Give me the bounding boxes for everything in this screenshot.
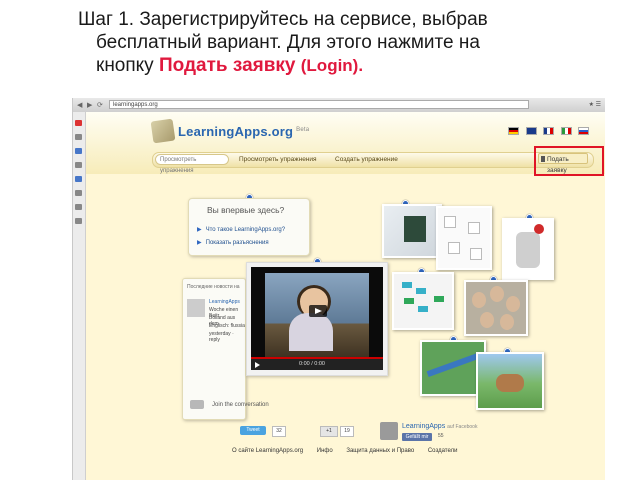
flag-it-icon[interactable]: [560, 127, 572, 135]
play-icon[interactable]: [309, 305, 327, 317]
app-thumbnail[interactable]: [464, 280, 528, 336]
flag-en-icon[interactable]: [525, 127, 537, 135]
gplus-button[interactable]: +1: [320, 426, 338, 437]
gplus-count: 19: [340, 426, 354, 437]
footer-link-creators[interactable]: Создатели: [428, 448, 458, 454]
sidebar-icon[interactable]: [75, 218, 82, 224]
video-character-body: [289, 313, 333, 351]
fb-sub: auf Facebook: [447, 424, 478, 430]
video-controls: 0:00 / 0:00: [251, 359, 383, 370]
app-thumbnail[interactable]: [476, 352, 544, 410]
address-bar[interactable]: learningapps.org: [109, 100, 529, 109]
facebook-logo-icon: [380, 422, 398, 440]
browser-sidebar: [73, 112, 86, 480]
facebook-like-button[interactable]: Gefällt mir: [402, 433, 432, 441]
app-thumbnail[interactable]: [436, 206, 492, 270]
flag-ru-icon[interactable]: [578, 127, 589, 135]
footer-link-privacy[interactable]: Защита данных и Право: [346, 448, 414, 454]
video-time: 0:00 / 0:00: [299, 361, 325, 367]
logo-icon: [150, 118, 176, 144]
heading-line-2: бесплатный вариант. Для этого нажмите на: [96, 32, 480, 53]
sidebar-icon[interactable]: [75, 134, 82, 140]
learningapps-page: LearningApps.org Beta Просмотреть упражне…: [86, 112, 605, 480]
screenshot: ◀ ▶ ⟳ learningapps.org ★ ☰ LearningApps.…: [72, 98, 605, 480]
instruction-heading: Шаг 1. Зарегистрируйтесь на сервисе, выб…: [78, 8, 638, 77]
video-player[interactable]: 0:00 / 0:00: [246, 262, 388, 376]
app-thumbnail[interactable]: [502, 218, 554, 280]
site-nav: Просмотреть упражнения Просмотреть упраж…: [152, 152, 594, 174]
reload-icon[interactable]: ⟳: [97, 101, 103, 109]
tweet-button[interactable]: Tweet: [240, 426, 266, 435]
flag-de-icon[interactable]: [508, 127, 520, 135]
tweet-count: 32: [272, 426, 286, 437]
news-line[interactable]: LearningApps: [209, 299, 240, 305]
logo-text: LearningApps.org: [178, 124, 294, 139]
heading-button-en: (Login).: [300, 56, 364, 75]
site-header: LearningApps.org Beta Просмотреть упражне…: [86, 112, 605, 176]
login-highlight-box: [534, 146, 604, 176]
app-thumbnail[interactable]: [382, 204, 442, 258]
search-input[interactable]: Просмотреть упражнения: [155, 154, 229, 174]
news-card: Последние новости на LearningApps Woche …: [182, 278, 246, 420]
comment-icon: [190, 400, 204, 409]
sidebar-icon[interactable]: [75, 190, 82, 196]
browser-toolbar: ◀ ▶ ⟳ learningapps.org ★ ☰: [73, 98, 605, 113]
flag-fr-icon[interactable]: [543, 127, 555, 135]
join-conversation-link[interactable]: Join the conversation: [212, 402, 269, 408]
language-flags: [506, 122, 589, 140]
heading-line-1: Шаг 1. Зарегистрируйтесь на сервисе, выб…: [78, 9, 488, 30]
site-footer: О сайте LearningApps.org Инфо Защита дан…: [232, 448, 469, 454]
back-icon[interactable]: ◀: [77, 101, 82, 109]
news-avatar: [187, 299, 205, 317]
sidebar-icon[interactable]: [75, 204, 82, 210]
beta-badge: Beta: [296, 126, 310, 133]
play-button-icon[interactable]: [255, 362, 260, 368]
footer-link-about[interactable]: О сайте LearningApps.org: [232, 448, 303, 454]
facebook-like-count: 55: [438, 433, 444, 439]
show-explanations-link[interactable]: Показать разъяснения: [197, 239, 269, 246]
sidebar-icon[interactable]: [75, 162, 82, 168]
cow-icon: [496, 374, 524, 392]
tab-browse[interactable]: Просмотреть упражнения: [239, 153, 317, 167]
map-river: [426, 352, 480, 378]
news-title: Последние новости на: [187, 284, 240, 290]
fb-name: LearningApps: [402, 423, 446, 430]
robot-icon: [516, 232, 540, 268]
video-screen[interactable]: [251, 267, 383, 357]
chalkboard-icon: [404, 216, 426, 242]
site-logo[interactable]: LearningApps.org Beta: [178, 124, 309, 139]
tab-create[interactable]: Создать упражнение: [335, 153, 398, 167]
flower-icon: [534, 224, 544, 234]
forward-icon[interactable]: ▶: [87, 101, 92, 109]
bookmark-star-icon[interactable]: ★ ☰: [589, 101, 601, 108]
news-line: Englisch: flussia: [209, 323, 245, 329]
first-time-card: Вы впервые здесь? Что такое LearningApps…: [188, 198, 310, 256]
facebook-page-link[interactable]: LearningApps auf Facebook: [402, 423, 477, 430]
app-thumbnail[interactable]: [392, 272, 454, 330]
heading-line-3: кнопку Подать заявку (Login).: [78, 54, 638, 77]
what-is-link[interactable]: Что такое LearningApps.org?: [197, 226, 285, 233]
sidebar-icon[interactable]: [75, 120, 82, 126]
sidebar-icon[interactable]: [75, 148, 82, 154]
news-line: yesterday · reply: [209, 331, 234, 343]
heading-prefix: кнопку: [96, 55, 159, 76]
footer-link-info[interactable]: Инфо: [317, 448, 333, 454]
heading-button-name: Подать заявку: [158, 55, 296, 76]
first-time-question: Вы впервые здесь?: [207, 205, 285, 215]
sidebar-icon[interactable]: [75, 176, 82, 182]
